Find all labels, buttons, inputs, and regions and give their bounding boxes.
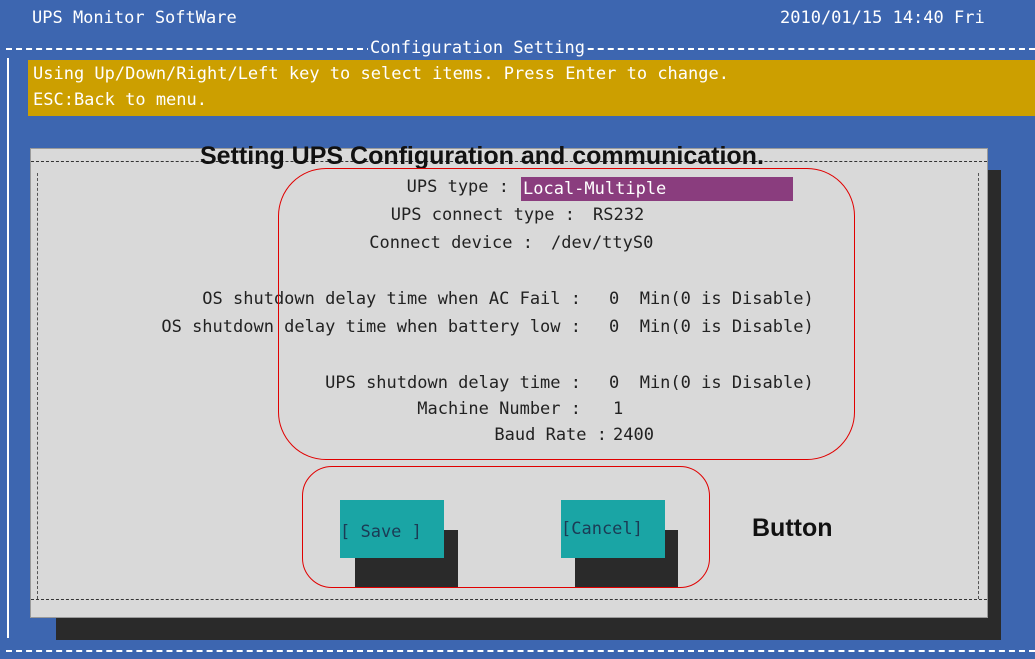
- highlight-fields-box: [278, 168, 855, 460]
- help-line-navigation: Using Up/Down/Right/Left key to select i…: [33, 64, 729, 84]
- app-title: UPS Monitor SoftWare: [32, 8, 237, 28]
- bottom-divider: [6, 650, 1035, 652]
- datetime-display: 2010/01/15 14:40 Fri: [780, 8, 985, 28]
- help-line-escape: ESC:Back to menu.: [33, 90, 207, 110]
- help-panel: Using Up/Down/Right/Left key to select i…: [28, 60, 1035, 116]
- left-border: [7, 58, 9, 638]
- section-title: Configuration Setting: [368, 38, 587, 58]
- highlight-buttons-box: [302, 466, 710, 588]
- annotation-button-label: Button: [752, 514, 833, 542]
- dialog-right-border: [978, 173, 979, 599]
- dialog-bottom-border: [31, 599, 987, 600]
- annotation-title: Setting UPS Configuration and communicat…: [200, 142, 764, 170]
- dialog-left-border: [37, 173, 38, 599]
